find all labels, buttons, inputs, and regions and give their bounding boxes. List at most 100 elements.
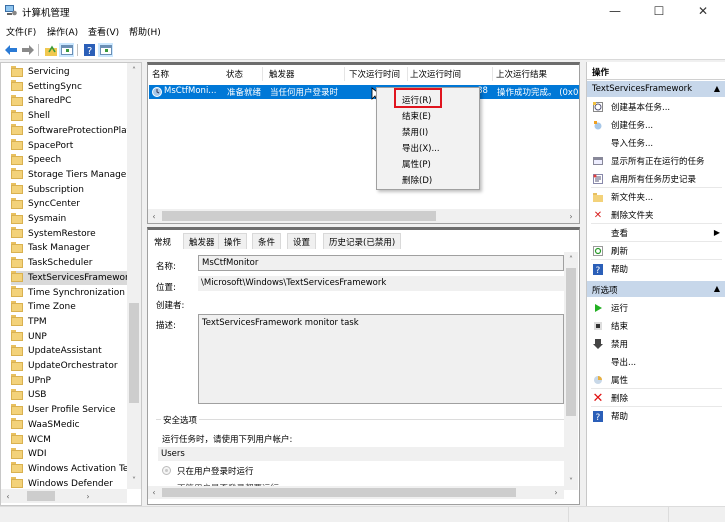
description-field[interactable]: TextServicesFramework monitor task	[198, 314, 564, 404]
action-item[interactable]: 属性	[587, 371, 725, 389]
context-menu-export[interactable]: 导出(X)...	[402, 142, 440, 154]
task-row[interactable]: MsCtfMoni... 准备就绪 当任何用户登录时 ...88 操作成功完成。…	[149, 85, 579, 99]
action-item[interactable]: 导入任务...	[587, 134, 725, 152]
tree-item[interactable]: Servicing	[11, 65, 127, 79]
action-item[interactable]: 新文件夹...	[587, 188, 725, 206]
menu-file[interactable]: 文件(F)	[6, 25, 36, 38]
tree-item[interactable]: SettingSync	[11, 80, 127, 94]
tree-horizontal-scrollbar[interactable]: ‹ ›	[1, 489, 127, 503]
tasklist-horizontal-scrollbar[interactable]: ‹ ›	[148, 209, 579, 223]
tree-item[interactable]: UpdateAssistant	[11, 344, 127, 358]
scroll-up-arrow[interactable]: ˄	[127, 63, 141, 77]
column-header-last-result[interactable]: 上次运行结果	[496, 68, 547, 80]
action-item[interactable]: ✕ 删除	[587, 389, 725, 407]
tab-triggers[interactable]: 触发器	[183, 233, 221, 249]
radio-logged-on[interactable]	[162, 466, 171, 475]
tab-actions[interactable]: 操作	[218, 233, 248, 249]
menu-view[interactable]: 查看(V)	[88, 25, 119, 38]
action-item[interactable]: 运行	[587, 299, 725, 317]
tree-item[interactable]: Shell	[11, 109, 127, 123]
tree-item[interactable]: USB	[11, 388, 127, 402]
tree-item[interactable]: Speech	[11, 153, 127, 167]
task-list[interactable]: 名称 状态 触发器 下次运行时间 上次运行时间 上次运行结果 MsCtfMoni…	[147, 62, 580, 224]
scroll-down-arrow[interactable]: ˅	[564, 474, 578, 488]
close-button[interactable]: ✕	[681, 0, 725, 22]
action-item[interactable]: ? 帮助	[587, 260, 725, 278]
tree-item[interactable]: TPM	[11, 315, 127, 329]
column-header-status[interactable]: 状态	[226, 68, 243, 80]
tree-item[interactable]: Time Synchronization	[11, 286, 127, 300]
action-item[interactable]: 禁用	[587, 335, 725, 353]
action-item[interactable]: 结束	[587, 317, 725, 335]
collapse-icon[interactable]: ▲	[714, 284, 720, 293]
tree-item[interactable]: TaskScheduler	[11, 256, 127, 270]
scroll-left-arrow[interactable]: ‹	[148, 486, 160, 499]
context-menu-disable[interactable]: 禁用(I)	[402, 126, 428, 138]
tasklist-hscroll-thumb[interactable]	[162, 211, 436, 221]
tree-item[interactable]: TextServicesFramework	[11, 270, 127, 285]
scroll-right-arrow[interactable]: ›	[565, 209, 577, 223]
column-header-name[interactable]: 名称	[152, 68, 169, 80]
action-item[interactable]: ✕ 删除文件夹	[587, 206, 725, 224]
tree-item[interactable]: User Profile Service	[11, 403, 127, 417]
action-item[interactable]: 查看 ▶	[587, 224, 725, 242]
tree-item[interactable]: UPnP	[11, 374, 127, 388]
tree-item[interactable]: WaaSMedic	[11, 418, 127, 432]
action-item[interactable]: 创建基本任务...	[587, 98, 725, 116]
context-menu-end[interactable]: 结束(E)	[402, 110, 431, 122]
action-item[interactable]: ? 帮助	[587, 407, 725, 425]
scroll-right-arrow[interactable]: ›	[81, 489, 95, 503]
column-header-next-run[interactable]: 下次运行时间	[349, 68, 400, 80]
maximize-button[interactable]: ☐	[637, 0, 681, 22]
tree-item[interactable]: Windows Activation Te	[11, 462, 127, 476]
tab-settings[interactable]: 设置	[287, 233, 317, 249]
collapse-icon[interactable]: ▲	[714, 84, 720, 93]
show-hide-action-pane-icon[interactable]	[98, 43, 113, 57]
scroll-left-arrow[interactable]: ‹	[148, 209, 160, 223]
tree-item[interactable]: SharedPC	[11, 94, 127, 108]
menu-action[interactable]: 操作(A)	[47, 25, 78, 38]
tree-item[interactable]: SoftwareProtectionPlat	[11, 124, 127, 138]
action-item[interactable]: 创建任务...	[587, 116, 725, 134]
tab-history[interactable]: 历史记录(已禁用)	[323, 233, 402, 249]
minimize-button[interactable]: —	[593, 0, 637, 22]
menu-help[interactable]: 帮助(H)	[129, 25, 161, 38]
scroll-up-arrow[interactable]: ˄	[564, 252, 578, 266]
detail-horizontal-scrollbar[interactable]: ‹ ›	[148, 486, 564, 499]
scroll-right-arrow[interactable]: ›	[550, 486, 562, 499]
action-item[interactable]: 导出...	[587, 353, 725, 371]
folder-tree[interactable]: Servicing SettingSync SharedPC Shell Softwar…	[0, 62, 142, 506]
tab-conditions[interactable]: 条件	[252, 233, 282, 249]
column-separator[interactable]	[262, 67, 263, 81]
action-item[interactable]: 启用所有任务历史记录	[587, 170, 725, 188]
tree-item[interactable]: SystemRestore	[11, 227, 127, 241]
tab-general[interactable]: 常规	[148, 233, 178, 249]
tree-item[interactable]: Time Zone	[11, 300, 127, 314]
tree-item[interactable]: SpacePort	[11, 139, 127, 153]
tree-item[interactable]: UNP	[11, 330, 127, 344]
tree-item[interactable]: Subscription	[11, 183, 127, 197]
tree-item[interactable]: WDI	[11, 447, 127, 461]
forward-arrow-icon[interactable]	[20, 43, 35, 57]
help-icon[interactable]: ?	[82, 43, 97, 57]
actions-group-selected[interactable]: 所选项 ▲	[587, 281, 725, 297]
tree-item[interactable]: SyncCenter	[11, 197, 127, 211]
tree-scroll-thumb[interactable]	[129, 303, 139, 403]
scroll-left-arrow[interactable]: ‹	[1, 489, 15, 503]
tree-item[interactable]: Task Manager	[11, 241, 127, 255]
name-field[interactable]: MsCtfMonitor	[198, 255, 564, 271]
detail-vertical-scrollbar[interactable]: ˄ ˅	[564, 252, 578, 490]
tree-vertical-scrollbar[interactable]: ˄ ˅	[127, 63, 141, 489]
tree-item[interactable]: Sysmain	[11, 212, 127, 226]
column-separator[interactable]	[344, 67, 345, 81]
tree-item[interactable]: WCM	[11, 433, 127, 447]
context-menu-properties[interactable]: 属性(P)	[402, 158, 431, 170]
tree-hscroll-thumb[interactable]	[27, 491, 55, 501]
detail-scroll-thumb[interactable]	[566, 268, 576, 416]
show-hide-tree-icon[interactable]	[59, 43, 74, 57]
action-item[interactable]: 显示所有正在运行的任务	[587, 152, 725, 170]
column-separator[interactable]	[492, 67, 493, 81]
column-separator[interactable]	[407, 67, 408, 81]
tree-item[interactable]: UpdateOrchestrator	[11, 359, 127, 373]
tree-item[interactable]: Storage Tiers Manager	[11, 168, 127, 182]
